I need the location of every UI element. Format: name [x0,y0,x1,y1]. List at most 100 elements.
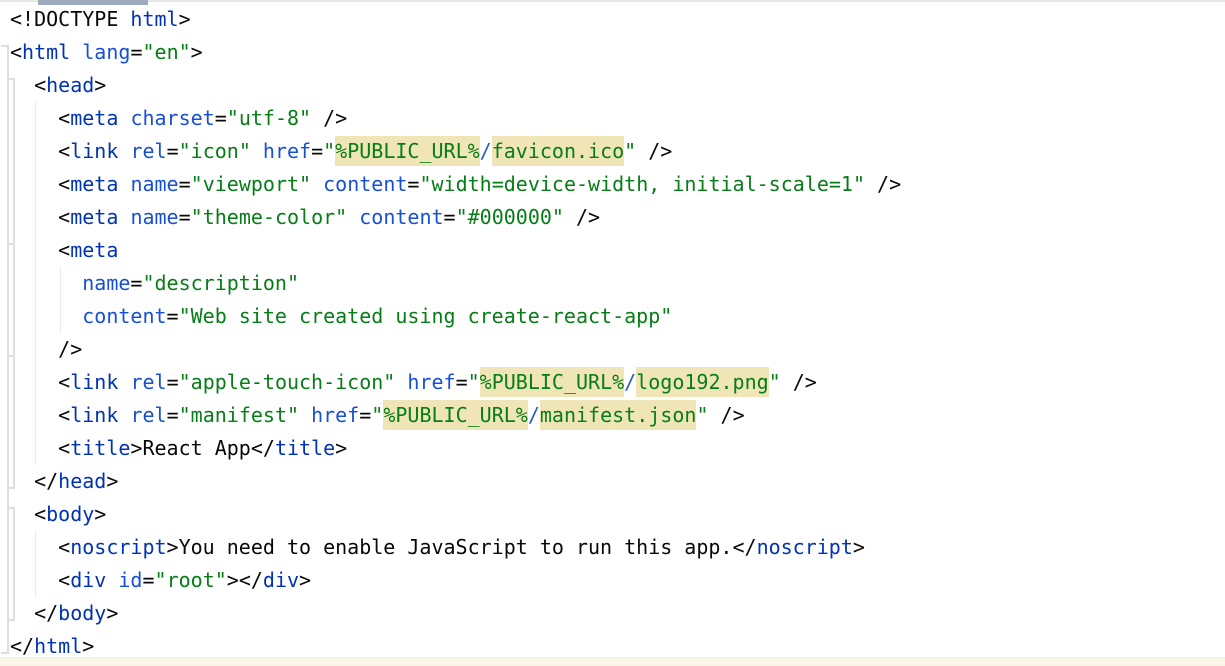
code-token-plain: = [407,172,419,196]
code-token-str: "width=device-width, initial-scale=1" [419,172,865,196]
code-token-plain: <!DOCTYPE [10,7,130,31]
code-token-plain [118,172,130,196]
code-token-plain [311,172,323,196]
code-token-plain [118,106,130,130]
code-token-plain: = [179,205,191,229]
code-token-plain: = [179,172,191,196]
code-token-sep: / [528,403,540,427]
code-token-hl: %PUBLIC_URL% [335,136,480,166]
code-token-attr: name [82,271,130,295]
code-token-plain [10,271,82,295]
code-token-plain [118,205,130,229]
code-token-plain [118,403,130,427]
code-token-hl: %PUBLIC_URL% [480,367,625,397]
code-token-tag: head [58,469,106,493]
code-line[interactable]: <link rel="icon" href="%PUBLIC_URL%/favi… [10,135,901,168]
code-line[interactable]: <div id="root"></div> [10,564,901,597]
code-token-plain: </ [10,601,58,625]
code-token-plain: = [167,370,179,394]
code-token-plain: = [142,568,154,592]
code-token-tag: div [70,568,106,592]
code-token-plain: = [167,139,179,163]
code-line[interactable]: <meta charset="utf-8" /> [10,102,901,135]
code-token-plain: < [10,502,46,526]
code-token-sep: / [624,370,636,394]
code-token-plain: > [853,535,865,559]
code-token-plain: /> [865,172,901,196]
code-token-plain: > [179,7,191,31]
code-line[interactable]: <link rel="apple-touch-icon" href="%PUBL… [10,366,901,399]
code-area[interactable]: <!DOCTYPE html><html lang="en"> <head> <… [10,3,901,663]
code-token-plain [299,403,311,427]
code-token-tag: html [34,634,82,658]
code-line[interactable]: <body> [10,498,901,531]
code-line[interactable]: content="Web site created using create-r… [10,300,901,333]
code-token-str: "manifest" [179,403,299,427]
code-token-hl: logo192.png [636,367,768,397]
code-token-tag: html [22,40,70,64]
code-line[interactable]: <meta name="viewport" content="width=dev… [10,168,901,201]
code-token-plain: < [10,73,46,97]
code-token-hl: %PUBLIC_URL% [383,400,528,430]
code-line[interactable]: <meta [10,234,901,267]
code-token-str: "root" [155,568,227,592]
code-token-plain: > [191,40,203,64]
code-token-attr: rel [130,139,166,163]
code-token-str: "theme-color" [191,205,348,229]
code-token-attr: content [359,205,443,229]
code-token-str: " [323,139,335,163]
code-token-str: " [468,370,480,394]
code-token-tag: noscript [757,535,853,559]
code-line[interactable]: </head> [10,465,901,498]
code-token-attr: content [82,304,166,328]
code-token-plain [251,139,263,163]
code-token-plain: > [82,634,94,658]
code-token-hl: manifest.json [540,400,697,430]
code-line[interactable]: name="description" [10,267,901,300]
code-token-attr: rel [130,370,166,394]
code-token-str: "viewport" [191,172,311,196]
code-token-plain: > [94,502,106,526]
code-token-plain: </ [10,634,34,658]
code-token-tag: head [46,73,94,97]
code-line[interactable]: </body> [10,597,901,630]
code-token-plain: = [167,403,179,427]
code-editor[interactable]: <!DOCTYPE html><html lang="en"> <head> <… [0,0,1225,666]
code-token-plain [106,568,118,592]
code-token-attr: lang [82,40,130,64]
code-token-plain: < [10,139,70,163]
code-token-tag: link [70,370,118,394]
code-token-attr: content [323,172,407,196]
code-token-tag: body [58,601,106,625]
code-line[interactable]: <noscript>You need to enable JavaScript … [10,531,901,564]
code-token-attr: charset [130,106,214,130]
code-token-str: "icon" [179,139,251,163]
code-line[interactable]: <!DOCTYPE html> [10,3,901,36]
horizontal-scrollbar-track[interactable] [0,657,1225,666]
code-line[interactable]: <html lang="en"> [10,36,901,69]
code-token-tag: html [130,7,178,31]
code-token-str: " [769,370,781,394]
code-token-str: " [624,139,636,163]
code-line[interactable]: <title>React App</title> [10,432,901,465]
code-token-plain: = [167,304,179,328]
code-token-tag: meta [70,205,118,229]
code-line[interactable]: <head> [10,69,901,102]
code-token-plain: > [299,568,311,592]
code-token-plain: >You need to enable JavaScript to run th… [167,535,757,559]
code-token-plain [118,139,130,163]
code-token-str: "utf-8" [227,106,311,130]
code-token-plain: >React App</ [130,436,275,460]
code-line[interactable]: /> [10,333,901,366]
code-token-plain: > [106,601,118,625]
code-line[interactable]: <link rel="manifest" href="%PUBLIC_URL%/… [10,399,901,432]
code-token-tag: link [70,139,118,163]
code-token-plain [347,205,359,229]
code-token-plain: = [130,40,142,64]
code-token-tag: title [275,436,335,460]
code-token-hl: favicon.ico [492,136,624,166]
code-line[interactable]: <meta name="theme-color" content="#00000… [10,201,901,234]
code-token-attr: name [130,205,178,229]
code-token-plain: > [335,436,347,460]
code-token-tag: meta [70,172,118,196]
